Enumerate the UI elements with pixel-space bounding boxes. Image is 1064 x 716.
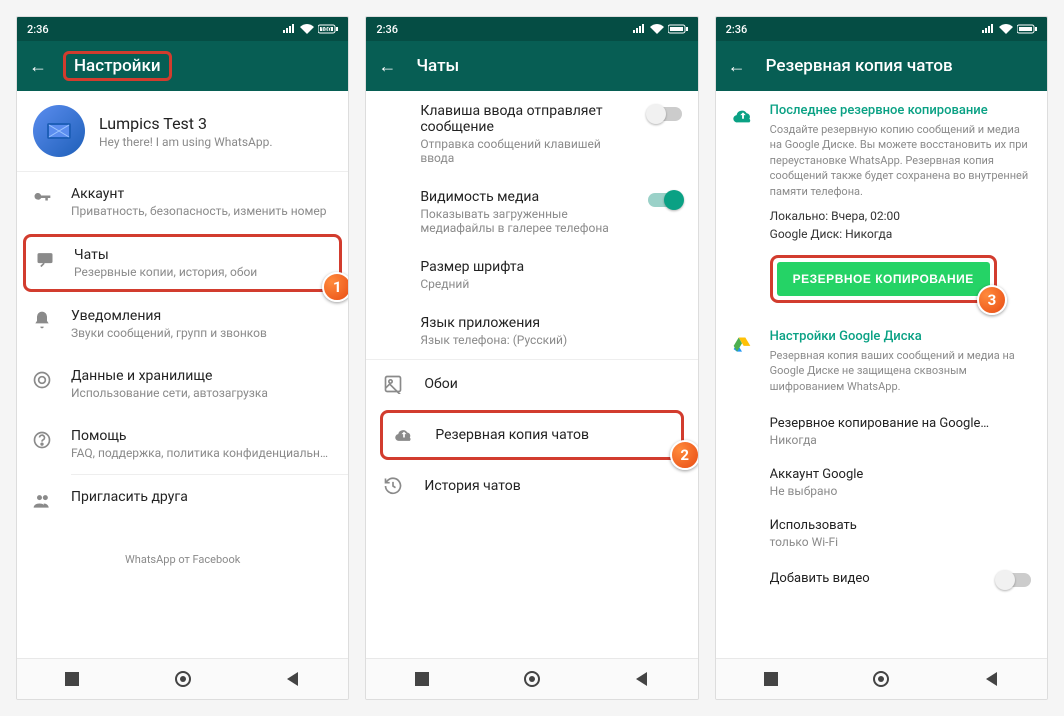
step-badge-3: 3 [977, 285, 1007, 315]
settings-item-account[interactable]: Аккаунт Приватность, безопасность, измен… [17, 172, 348, 232]
gdrive-network[interactable]: Использовать только Wi-Fi [716, 508, 1047, 559]
status-time: 2:36 [27, 23, 49, 36]
gdrive-include-video[interactable]: Добавить видео [716, 559, 1047, 597]
setting-enter-sends[interactable]: Клавиша ввода отправляет сообщение Отпра… [366, 91, 697, 177]
nav-home-icon[interactable] [872, 670, 890, 688]
back-icon[interactable]: ← [378, 56, 396, 77]
status-icons [981, 24, 1037, 34]
data-icon [31, 368, 53, 390]
cloud-upload-icon [393, 425, 415, 445]
app-bar: ← Резервная копия чатов [716, 41, 1047, 91]
gdrive-desc: Резервная копия ваших сообщений и медиа … [770, 348, 1031, 394]
toggle-include-video[interactable] [997, 573, 1031, 587]
setting-font-size[interactable]: Размер шрифта Средний [366, 247, 697, 303]
status-time: 2:36 [726, 23, 748, 36]
backup-gdrive: Google Диск: Никогда [770, 227, 1031, 241]
bell-icon [31, 308, 53, 330]
step-badge-1: 1 [322, 272, 348, 302]
invite-icon [31, 489, 53, 511]
backup-button[interactable]: РЕЗЕРВНОЕ КОПИРОВАНИЕ [777, 262, 990, 296]
screen-settings: 2:36 100 ← Настройки Lumpics Test 3 Hey … [16, 16, 349, 700]
app-bar: ← Настройки [17, 41, 348, 91]
nav-bar [716, 658, 1047, 699]
settings-item-data[interactable]: Данные и хранилище Использование сети, а… [17, 354, 348, 414]
settings-item-chats[interactable]: Чаты Резервные копии, история, обои [23, 234, 342, 292]
chats-item-backup[interactable]: Резервная копия чатов [380, 410, 683, 460]
footer-text: WhatsApp от Facebook [17, 525, 348, 576]
profile-status: Hey there! I am using WhatsApp. [99, 135, 273, 149]
key-icon [31, 186, 53, 208]
nav-home-icon[interactable] [523, 670, 541, 688]
wallpaper-icon [382, 374, 404, 394]
nav-recent-icon[interactable] [762, 670, 780, 688]
avatar [33, 105, 85, 157]
settings-item-invite[interactable]: Пригласить друга [17, 475, 348, 525]
last-backup-desc: Создайте резервную копию сообщений и мед… [770, 122, 1031, 199]
nav-home-icon[interactable] [174, 670, 192, 688]
nav-back-icon[interactable] [284, 670, 302, 688]
page-title: Резервная копия чатов [766, 56, 953, 76]
nav-back-icon[interactable] [633, 670, 651, 688]
chat-icon [34, 247, 56, 269]
status-bar: 2:36 100 [17, 17, 348, 41]
screen-backup: 2:36 ← Резервная копия чатов Последнее р… [715, 16, 1048, 700]
gdrive-icon [732, 335, 752, 359]
last-backup-section: Последнее резервное копирование Создайте… [716, 91, 1047, 321]
status-bar: 2:36 [366, 17, 697, 41]
back-icon[interactable]: ← [728, 56, 746, 77]
chats-item-history[interactable]: История чатов [366, 462, 697, 510]
toggle-media-visibility[interactable] [648, 193, 682, 207]
svg-text:100: 100 [321, 27, 332, 34]
history-icon [382, 476, 404, 496]
last-backup-heading: Последнее резервное копирование [770, 103, 1031, 118]
nav-recent-icon[interactable] [413, 670, 431, 688]
setting-media-visibility[interactable]: Видимость медиа Показывать загруженные м… [366, 177, 697, 247]
gdrive-settings-section: Настройки Google Диска Резервная копия в… [716, 321, 1047, 406]
settings-item-notifications[interactable]: Уведомления Звуки сообщений, групп и зво… [17, 294, 348, 354]
nav-bar [17, 658, 348, 699]
chats-item-wallpaper[interactable]: Обои [366, 360, 697, 408]
gdrive-backup-frequency[interactable]: Резервное копирование на Google… Никогда [716, 406, 1047, 457]
app-bar: ← Чаты [366, 41, 697, 91]
gdrive-heading: Настройки Google Диска [770, 329, 1031, 344]
nav-back-icon[interactable] [983, 670, 1001, 688]
status-time: 2:36 [376, 23, 398, 36]
backup-local: Локально: Вчера, 02:00 [770, 209, 1031, 223]
gdrive-account[interactable]: Аккаунт Google Не выбрано [716, 457, 1047, 508]
cloud-icon [732, 105, 754, 131]
step-badge-2: 2 [670, 440, 698, 470]
nav-bar [366, 658, 697, 699]
help-icon [31, 428, 53, 450]
page-title: Чаты [416, 56, 459, 76]
status-bar: 2:36 [716, 17, 1047, 41]
settings-item-help[interactable]: Помощь FAQ, поддержка, политика конфиден… [17, 414, 348, 474]
toggle-enter-sends[interactable] [648, 107, 682, 121]
screen-chats: 2:36 ← Чаты Клавиша ввода отправляет соо… [365, 16, 698, 700]
page-title: Настройки [63, 51, 172, 81]
profile-row[interactable]: Lumpics Test 3 Hey there! I am using Wha… [17, 91, 348, 171]
status-icons: 100 [282, 24, 338, 34]
status-icons [632, 24, 688, 34]
back-icon[interactable]: ← [29, 56, 47, 77]
profile-name: Lumpics Test 3 [99, 114, 273, 133]
nav-recent-icon[interactable] [63, 670, 81, 688]
setting-app-language[interactable]: Язык приложения Язык телефона: (Русский) [366, 303, 697, 359]
